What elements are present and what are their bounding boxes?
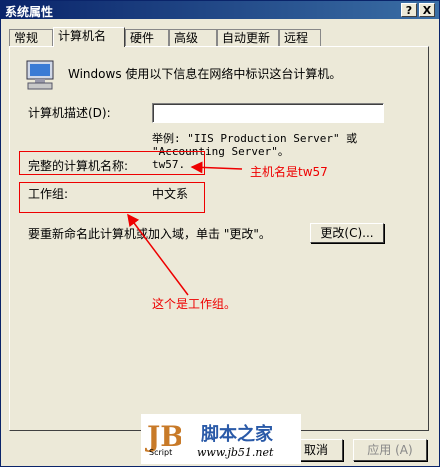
- apply-button[interactable]: 应用 (A): [353, 439, 427, 461]
- watermark-site-name: 脚本之家: [201, 424, 273, 445]
- system-properties-window: 系统属性 ? X 常规 计算机名 硬件 高级 自动更新 远程 Windows 使…: [0, 0, 440, 467]
- watermark-url: www.jb51.net: [197, 446, 274, 459]
- tab-hardware[interactable]: 硬件: [125, 29, 169, 46]
- tab-remote[interactable]: 远程: [279, 29, 321, 46]
- window-title: 系统属性: [5, 5, 54, 19]
- annotation-arrows: [127, 161, 243, 296]
- workgroup-annotation: 这个是工作组。: [152, 297, 237, 311]
- site-watermark: JB Script 脚本之家 www.jb51.net: [141, 414, 301, 464]
- hostname-annotation: 主机名是tw57: [250, 165, 328, 179]
- title-bar: 系统属性 ? X: [1, 1, 439, 19]
- computer-name-panel: Windows 使用以下信息在网络中标识这台计算机。 计算机描述(D): 举例:…: [9, 46, 429, 431]
- tab-general[interactable]: 常规: [9, 29, 53, 46]
- hostname-arrow: [190, 161, 243, 174]
- close-button[interactable]: X: [419, 3, 435, 17]
- tab-computer-name[interactable]: 计算机名: [53, 27, 125, 47]
- help-button[interactable]: ?: [401, 3, 417, 17]
- tab-advanced[interactable]: 高级: [169, 29, 217, 46]
- watermark-script-label: Script: [149, 448, 173, 457]
- tab-automatic-updates[interactable]: 自动更新: [217, 29, 279, 46]
- workgroup-arrow: [127, 213, 189, 296]
